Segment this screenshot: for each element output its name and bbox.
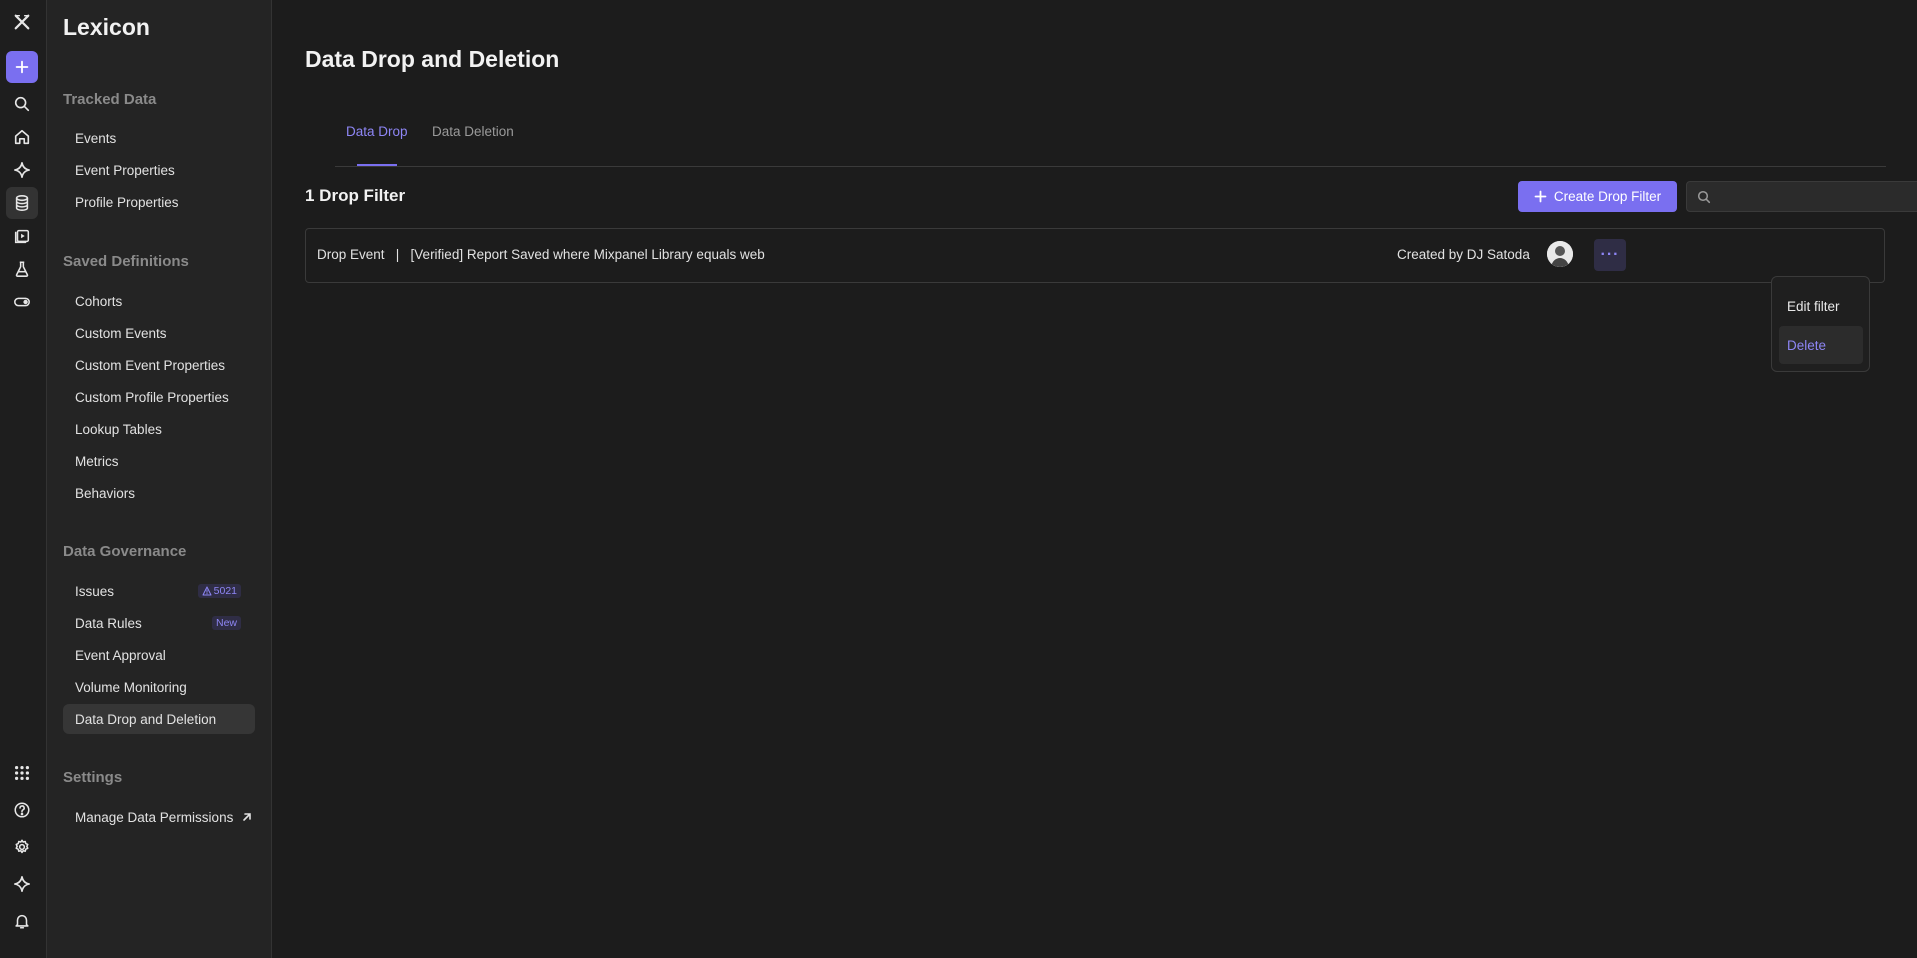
flask-icon[interactable] (6, 253, 38, 285)
play-icon[interactable] (6, 220, 38, 252)
database-icon[interactable] (6, 187, 38, 219)
menu-item-delete[interactable]: Delete (1779, 326, 1863, 364)
apps-grid-icon[interactable] (6, 757, 38, 789)
sparkle-icon[interactable] (6, 154, 38, 186)
sidebar-item-custom-event-properties[interactable]: Custom Event Properties (63, 350, 255, 380)
menu-item-edit-filter[interactable]: Edit filter (1779, 287, 1863, 325)
drop-filter-count: 1 Drop Filter (305, 186, 406, 205)
sidebar-item-issues[interactable]: Issues 5021 (63, 576, 255, 606)
sidebar-item-label: Manage Data Permissions (75, 809, 234, 825)
tab-bar: Data Drop Data Deletion (335, 120, 1886, 167)
issues-count-badge: 5021 (197, 584, 241, 598)
main-content: Data Drop and Deletion Data Drop Data De… (272, 0, 1917, 958)
sidebar-item-cohorts[interactable]: Cohorts (63, 286, 255, 316)
search-icon[interactable] (6, 88, 38, 120)
bell-icon[interactable] (6, 905, 38, 937)
issues-count: 5021 (213, 585, 237, 597)
logo-icon[interactable] (6, 6, 38, 38)
section-settings: Settings (63, 769, 123, 786)
app-title: Lexicon (63, 14, 150, 40)
search-input[interactable] (1717, 188, 1901, 205)
search-box[interactable] (1686, 181, 1917, 212)
home-icon[interactable] (6, 121, 38, 153)
search-icon (1697, 190, 1711, 203)
section-saved-definitions: Saved Definitions (63, 253, 189, 270)
section-data-governance: Data Governance (63, 543, 187, 560)
external-link-icon (243, 813, 252, 821)
more-options-button[interactable]: ··· (1594, 239, 1626, 271)
sidebar-item-custom-events[interactable]: Custom Events (63, 318, 255, 348)
sidebar-item-data-rules[interactable]: Data Rules New (63, 608, 255, 638)
icon-rail (0, 0, 47, 958)
sidebar-item-label: Data Rules (75, 615, 142, 631)
add-icon[interactable] (6, 51, 38, 83)
section-tracked-data: Tracked Data (63, 91, 157, 108)
sidebar-item-behaviors[interactable]: Behaviors (63, 478, 255, 508)
more-horizontal-icon: ··· (1600, 246, 1620, 263)
new-badge: New (211, 616, 241, 630)
sidebar-item-custom-profile-properties[interactable]: Custom Profile Properties (63, 382, 255, 412)
tab-data-drop[interactable]: Data Drop (346, 124, 408, 139)
help-icon[interactable] (6, 794, 38, 826)
page-title: Data Drop and Deletion (305, 46, 560, 72)
sparkle-icon[interactable] (6, 868, 38, 900)
tab-data-deletion[interactable]: Data Deletion (432, 124, 514, 139)
plus-icon (1534, 190, 1547, 203)
sidebar-item-label: Issues (75, 583, 115, 599)
sidebar-item-profile-properties[interactable]: Profile Properties (63, 187, 255, 217)
filter-creator: Created by DJ Satoda (1397, 247, 1530, 262)
sidebar-item-events[interactable]: Events (63, 123, 255, 153)
toggle-icon[interactable] (6, 286, 38, 318)
create-drop-filter-button[interactable]: Create Drop Filter (1518, 181, 1677, 212)
sidebar-item-metrics[interactable]: Metrics (63, 446, 255, 476)
sidebar-item-event-approval[interactable]: Event Approval (63, 640, 255, 670)
sidebar-item-manage-data-permissions[interactable]: Manage Data Permissions (63, 802, 255, 832)
create-drop-filter-label: Create Drop Filter (1553, 189, 1662, 204)
sidebar-item-lookup-tables[interactable]: Lookup Tables (63, 414, 255, 444)
sidebar: Lexicon Tracked Data Events Event Proper… (47, 0, 272, 958)
avatar (1547, 241, 1573, 267)
warning-icon (202, 586, 212, 596)
active-tab-indicator (357, 164, 397, 166)
sidebar-item-volume-monitoring[interactable]: Volume Monitoring (63, 672, 255, 702)
filter-actions-menu: Edit filter Delete (1771, 276, 1870, 372)
sidebar-item-data-drop-and-deletion[interactable]: Data Drop and Deletion (63, 704, 255, 734)
drop-filter-row[interactable]: Drop Event | [Verified] Report Saved whe… (305, 228, 1885, 283)
sidebar-item-event-properties[interactable]: Event Properties (63, 155, 255, 185)
gear-icon[interactable] (6, 831, 38, 863)
filter-description: Drop Event | [Verified] Report Saved whe… (317, 247, 765, 262)
